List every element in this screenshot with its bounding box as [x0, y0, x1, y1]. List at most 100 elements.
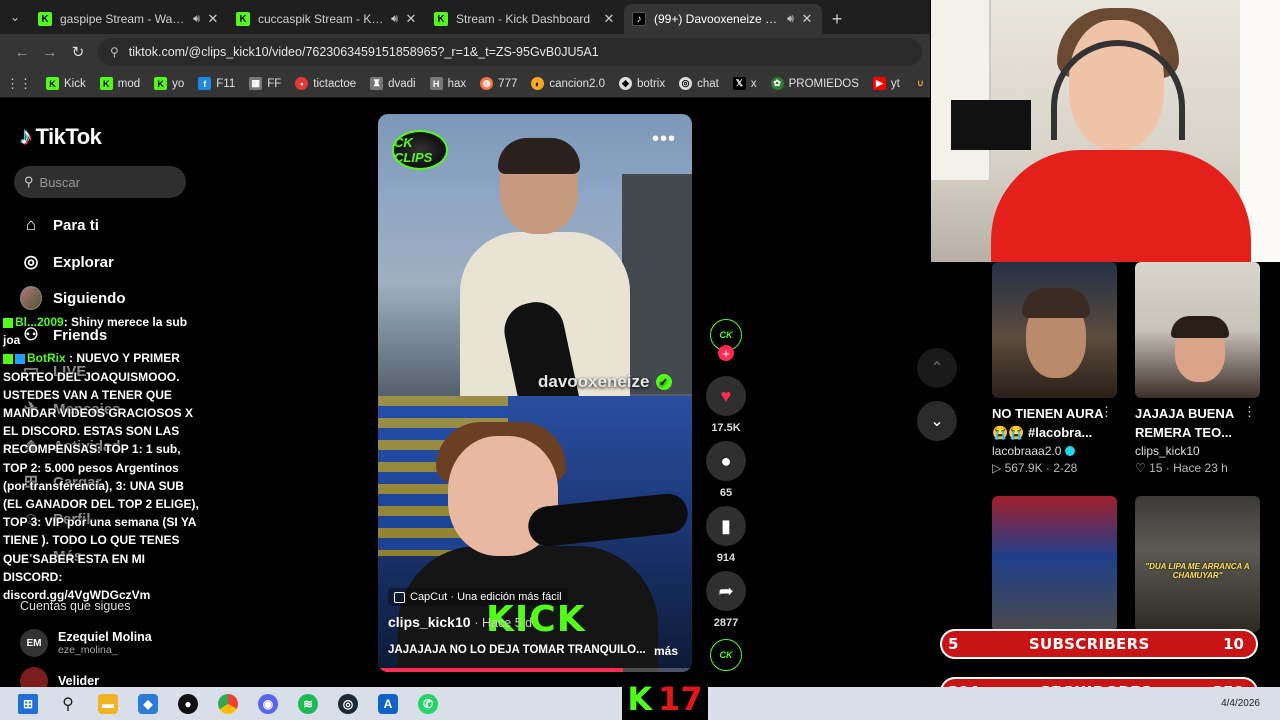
bookmark-mod[interactable]: Kmod	[99, 77, 140, 90]
share-button[interactable]: ➦	[706, 571, 746, 611]
card-stats: ▷ 567.9K · 2-28	[992, 461, 1078, 475]
speaker-icon[interactable]: 🔊︎	[391, 13, 398, 26]
f11-icon: f	[198, 77, 212, 90]
explore-card[interactable]: NO TIENEN AURA 😭😭 #lacobra... lacobraaa2.…	[992, 262, 1117, 475]
subscribers-goal-bar: 5 SUBSCRIBERS 10	[940, 629, 1258, 659]
close-icon[interactable]: ✕	[206, 11, 220, 27]
follow-plus-icon[interactable]: +	[718, 345, 734, 361]
taskbar-file-explorer[interactable]: ▬	[88, 687, 128, 720]
search-input[interactable]: ⚲ Buscar	[14, 166, 186, 198]
badge-icon	[15, 354, 25, 365]
previous-video-button[interactable]: ⌃	[917, 348, 957, 388]
bookmark-chat[interactable]: ◎ chat	[679, 77, 719, 90]
bookmark-hax[interactable]: Hhax	[429, 77, 466, 90]
bookmark-yt[interactable]: ▶ yt	[872, 77, 900, 90]
ff-icon: ▦	[249, 77, 263, 90]
youtube-icon: ▶	[872, 77, 886, 90]
card-author: clips_kick10	[1135, 444, 1200, 458]
bookmark-f11[interactable]: f F11	[198, 77, 235, 90]
bookmark-dvadi[interactable]: ♜ dvadi	[370, 77, 416, 90]
badge-icon	[3, 317, 13, 328]
like-button[interactable]: ♥	[706, 376, 746, 416]
kick-icon: K	[46, 77, 59, 90]
chevron-down-icon: ⌄	[930, 413, 944, 430]
card-title: NO TIENEN AURA 😭😭 #lacobra...	[992, 406, 1104, 440]
site-info-icon[interactable]: ⚲	[110, 45, 119, 59]
kick-icon: K	[154, 77, 168, 90]
close-icon[interactable]: ✕	[404, 11, 418, 27]
comment-button[interactable]: ●	[706, 441, 746, 481]
nav-siguiendo[interactable]: Siguiendo	[20, 286, 126, 310]
more-options-icon[interactable]: ⋮	[1243, 404, 1256, 420]
video-author[interactable]: clips_kick10 · Hace 5 d	[388, 614, 532, 630]
bookmark-777[interactable]: ◍ 777	[480, 77, 517, 90]
taskbar-app[interactable]: A	[368, 687, 408, 720]
bookmark-cancion[interactable]: ◐ cancion2.0	[531, 77, 605, 90]
video-player[interactable]: CK CLIPS ••• davooxeneize ✓ CapCut · Una…	[378, 114, 692, 672]
back-icon[interactable]: ←	[8, 38, 36, 66]
x-icon: 𝕏	[732, 77, 746, 90]
taskbar-app[interactable]: ◆	[128, 687, 168, 720]
system-tray: 4/4/2026	[1221, 687, 1272, 720]
nav-explorar[interactable]: ◎ Explorar	[20, 251, 114, 273]
save-button[interactable]: ▮	[706, 506, 746, 546]
explore-card[interactable]: "DUA LIPA ME ARRANCA A CHAMUYAR"	[1135, 496, 1260, 632]
video-time: · Hace 5 d	[474, 616, 533, 630]
bookmark-ff[interactable]: ▦ FF	[249, 77, 281, 90]
tab-search-button[interactable]: ⌄	[0, 0, 30, 34]
tab-tiktok[interactable]: ♪ (99+) Davooxeneize y el des 🔊︎ ✕	[624, 4, 822, 34]
speaker-icon[interactable]: 🔊︎	[193, 13, 200, 26]
tab-gaspipe[interactable]: K gaspipe Stream - Watch Live 🔊︎ ✕	[30, 4, 228, 34]
creator-avatar[interactable]: CK	[710, 639, 742, 671]
bookmark-tictactoe[interactable]: • tictactoe	[295, 77, 356, 90]
bookmark-yo[interactable]: Kyo	[154, 77, 184, 90]
more-options-icon[interactable]: •••	[652, 128, 676, 151]
taskbar-steam[interactable]: ◎	[328, 687, 368, 720]
cancion-icon: ◐	[531, 77, 545, 90]
start-button[interactable]: ⊞	[8, 687, 48, 720]
video-frame-top: CK CLIPS ••• davooxeneize ✓	[378, 114, 692, 418]
taskbar-chrome[interactable]	[208, 687, 248, 720]
close-icon[interactable]: ✕	[602, 11, 616, 27]
forward-icon[interactable]: →	[36, 38, 64, 66]
address-bar[interactable]: ⚲ tiktok.com/@clips_kick10/video/7623063…	[98, 38, 922, 66]
tiktok-logo[interactable]: ♪ TikTok	[20, 123, 102, 151]
bookmark-kick[interactable]: K Kick	[46, 77, 86, 90]
reload-icon[interactable]: ↻	[64, 38, 92, 66]
more-link[interactable]: más	[654, 644, 678, 658]
taskbar-whatsapp[interactable]: ✆	[408, 687, 448, 720]
card-thumbnail	[1135, 262, 1260, 398]
new-tab-button[interactable]: +	[822, 4, 852, 34]
share-icon: ➦	[718, 580, 734, 601]
next-video-button[interactable]: ⌄	[917, 401, 957, 441]
clock[interactable]: 4/4/2026	[1221, 698, 1260, 710]
card-thumbnail	[992, 262, 1117, 398]
speaker-icon[interactable]: 🔊︎	[787, 13, 794, 26]
chat-text: : NUEVO Y PRIMER SORTEO DEL JOAQUISMOOO.…	[3, 351, 199, 603]
search-icon: ⚲	[24, 174, 34, 189]
tiktok-icon: ♪	[20, 123, 32, 150]
taskbar-app[interactable]: ●	[168, 687, 208, 720]
taskbar-spotify[interactable]: ≋	[288, 687, 328, 720]
taskbar-discord[interactable]: ◉	[248, 687, 288, 720]
more-options-icon[interactable]: ⋮	[1100, 404, 1113, 420]
bookmark-botrix[interactable]: ◆ botrix	[618, 77, 665, 90]
nav-para-ti[interactable]: ⌂ Para ti	[20, 214, 99, 236]
explore-grid: NO TIENEN AURA 😭😭 #lacobra... lacobraaa2.…	[970, 262, 1280, 687]
apps-icon[interactable]: ⋮⋮	[6, 76, 32, 92]
account-ezequiel-molina[interactable]: EM Ezequiel Molina eze_molina_	[20, 629, 152, 657]
browser-tab-bar: ⌄ K gaspipe Stream - Watch Live 🔊︎ ✕ K c…	[0, 0, 930, 34]
tab-cuccaspik[interactable]: K cuccaspik Stream - Kick Dashboard 🔊︎ ✕	[228, 4, 426, 34]
bookmark-promiedos[interactable]: ✿ PROMIEDOS	[770, 77, 859, 90]
tab-title: Stream - Kick Dashboard	[456, 12, 591, 26]
explore-card[interactable]	[992, 496, 1117, 632]
explore-card[interactable]: JAJAJA BUENA REMERA TEO... clips_kick10 ♡…	[1135, 262, 1260, 475]
tab-kick-dashboard[interactable]: K Stream - Kick Dashboard ✕	[426, 4, 624, 34]
video-progress-bar[interactable]	[378, 668, 692, 672]
close-icon[interactable]: ✕	[800, 11, 814, 27]
search-button[interactable]: ⚲	[48, 687, 88, 720]
bookmark-x[interactable]: 𝕏x	[732, 77, 757, 90]
progress-fill	[378, 668, 623, 672]
windows-icon: ⊞	[18, 693, 38, 714]
kick-icon: K	[99, 77, 113, 90]
